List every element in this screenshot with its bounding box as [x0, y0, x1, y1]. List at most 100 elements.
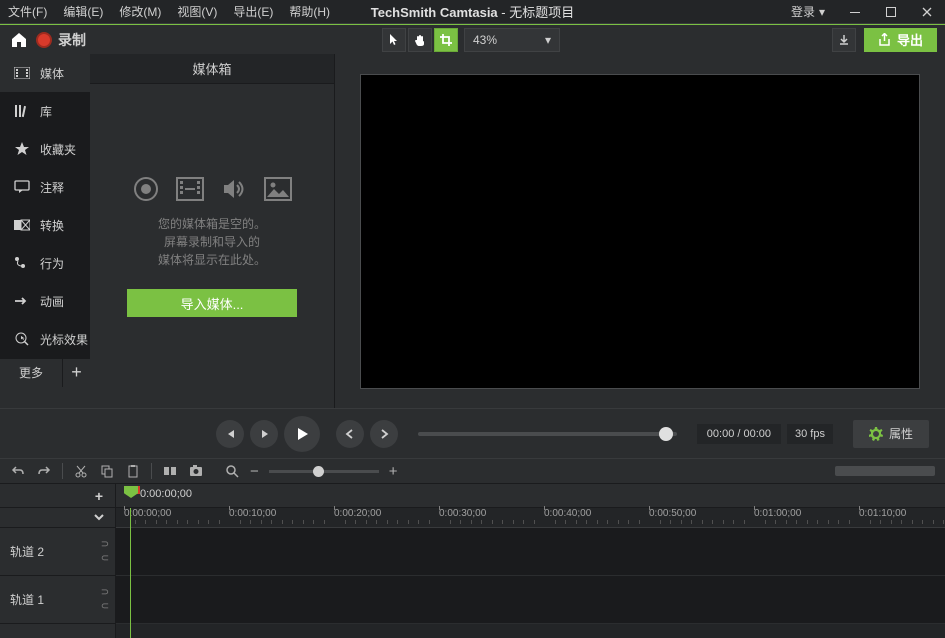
share-icon	[878, 33, 891, 46]
sidebar-item-label: 行为	[40, 255, 64, 272]
pointer-tool[interactable]	[382, 28, 406, 52]
collapse-tracks-button[interactable]	[91, 510, 107, 526]
sidebar-item-label: 注释	[40, 179, 64, 196]
add-tool-button[interactable]: +	[62, 359, 90, 387]
preview-canvas[interactable]	[360, 74, 920, 389]
track-label: 轨道 2	[10, 543, 44, 560]
cut-button[interactable]	[73, 463, 89, 479]
more-button[interactable]: 更多	[0, 364, 62, 381]
split-button[interactable]	[162, 463, 178, 479]
track-lock-icon[interactable]: ⊂	[99, 601, 111, 613]
image-placeholder-icon	[264, 175, 292, 203]
track-link-icon[interactable]: ⊃	[99, 587, 111, 599]
playhead-marker[interactable]	[124, 486, 138, 498]
playback-scrubber[interactable]	[418, 432, 677, 436]
sidebar-media[interactable]: 媒体	[0, 54, 90, 92]
redo-button[interactable]	[36, 463, 52, 479]
minimize-button[interactable]	[837, 0, 873, 24]
sidebar-item-label: 转换	[40, 217, 64, 234]
sidebar-library[interactable]: 库	[0, 92, 90, 130]
cursor-effect-icon	[14, 331, 30, 347]
media-icon	[14, 65, 30, 81]
ruler-tick: 0:00:40;00	[544, 508, 591, 519]
menu-modify[interactable]: 修改(M)	[119, 3, 161, 20]
sidebar-annotations[interactable]: 注释	[0, 168, 90, 206]
login-dropdown[interactable]: 登录▾	[791, 3, 825, 20]
add-track-button[interactable]: +	[91, 488, 107, 504]
playhead-line	[130, 508, 131, 638]
record-button[interactable]: 录制	[36, 30, 86, 50]
sidebar-item-label: 光标效果	[40, 331, 88, 348]
animation-icon	[14, 293, 30, 309]
ruler-tick: 0:01:00;00	[754, 508, 801, 519]
maximize-button[interactable]	[873, 0, 909, 24]
paste-button[interactable]	[125, 463, 141, 479]
sidebar-animations[interactable]: 动画	[0, 282, 90, 320]
track-1[interactable]	[116, 576, 945, 624]
prev-marker-button[interactable]	[336, 420, 364, 448]
sidebar-item-label: 动画	[40, 293, 64, 310]
copy-button[interactable]	[99, 463, 115, 479]
menu-file[interactable]: 文件(F)	[8, 3, 47, 20]
timeline-horizontal-scroll[interactable]	[835, 466, 935, 476]
track-2[interactable]	[116, 528, 945, 576]
properties-button[interactable]: 属性	[853, 420, 929, 448]
sidebar-item-label: 媒体	[40, 65, 64, 82]
export-button[interactable]: 导出	[864, 28, 937, 52]
ruler-tick: 0:00:20;00	[334, 508, 381, 519]
media-bin-panel: 媒体箱 您的媒体箱是空的。 屏幕录制和导入的 媒体将显示在此处。 导入媒体...	[90, 54, 335, 408]
hand-tool[interactable]	[408, 28, 432, 52]
download-button[interactable]	[832, 28, 856, 52]
next-marker-button[interactable]	[370, 420, 398, 448]
menu-help[interactable]: 帮助(H)	[289, 3, 330, 20]
menu-view[interactable]: 视图(V)	[177, 3, 217, 20]
callout-icon	[14, 179, 30, 195]
play-button[interactable]	[284, 416, 320, 452]
audio-placeholder-icon	[220, 175, 248, 203]
track-area[interactable]: 0:00:00;00 0:00:00;000:00:10;000:00:20;0…	[116, 484, 945, 638]
ruler-tick: 0:00:00;00	[124, 508, 171, 519]
track-link-icon[interactable]: ⊃	[99, 539, 111, 551]
prev-clip-button[interactable]	[216, 420, 244, 448]
track-lock-icon[interactable]: ⊂	[99, 553, 111, 565]
timeline-zoom: − +	[224, 463, 398, 480]
zoom-in-button[interactable]: +	[389, 463, 398, 480]
undo-button[interactable]	[10, 463, 26, 479]
ruler-tick: 0:00:10;00	[229, 508, 276, 519]
fps-display[interactable]: 30 fps	[787, 424, 833, 444]
window-title: TechSmith Camtasia - 无标题项目	[371, 2, 575, 21]
media-bin-title: 媒体箱	[90, 54, 334, 84]
timeline-toolbar: − +	[0, 458, 945, 484]
sidebar-transitions[interactable]: 转换	[0, 206, 90, 244]
timeline-ruler[interactable]: 0:00:00;00 0:00:10;00 0:00:20;00 0:00:30;00…	[116, 508, 945, 528]
sidebar-cursor-effects[interactable]: 光标效果	[0, 320, 90, 358]
zoom-search-icon[interactable]	[224, 463, 240, 479]
screenshot-button[interactable]	[188, 463, 204, 479]
playhead-row[interactable]: 0:00:00;00	[116, 484, 945, 508]
canvas-zoom-dropdown[interactable]: 43%▾	[464, 28, 560, 52]
ruler-tick: 0:00:50;00	[649, 508, 696, 519]
close-button[interactable]	[909, 0, 945, 24]
home-button[interactable]	[8, 29, 30, 51]
menu-edit[interactable]: 编辑(E)	[63, 3, 103, 20]
track-label: 轨道 1	[10, 591, 44, 608]
track-header-1[interactable]: 轨道 1 ⊃ ⊂	[0, 576, 115, 624]
scrubber-thumb[interactable]	[659, 427, 673, 441]
zoom-slider-thumb[interactable]	[313, 466, 324, 477]
sidebar-item-label: 收藏夹	[40, 141, 76, 158]
sidebar-favorites[interactable]: 收藏夹	[0, 130, 90, 168]
library-icon	[14, 103, 30, 119]
record-icon	[36, 32, 52, 48]
import-media-button[interactable]: 导入媒体...	[127, 289, 297, 317]
zoom-out-button[interactable]: −	[250, 463, 259, 480]
sidebar-behaviors[interactable]: 行为	[0, 244, 90, 282]
track-header-2[interactable]: 轨道 2 ⊃ ⊂	[0, 528, 115, 576]
menu-export[interactable]: 导出(E)	[233, 3, 273, 20]
crop-tool[interactable]	[434, 28, 458, 52]
ruler-tick: 0:00:30;00	[439, 508, 486, 519]
menu-bar: 文件(F) 编辑(E) 修改(M) 视图(V) 导出(E) 帮助(H) Tech…	[0, 0, 945, 24]
timeline-zoom-slider[interactable]	[269, 470, 379, 473]
top-toolbar: 录制 43%▾ 导出	[0, 24, 945, 54]
playhead[interactable]	[124, 486, 138, 498]
step-back-button[interactable]	[250, 420, 278, 448]
